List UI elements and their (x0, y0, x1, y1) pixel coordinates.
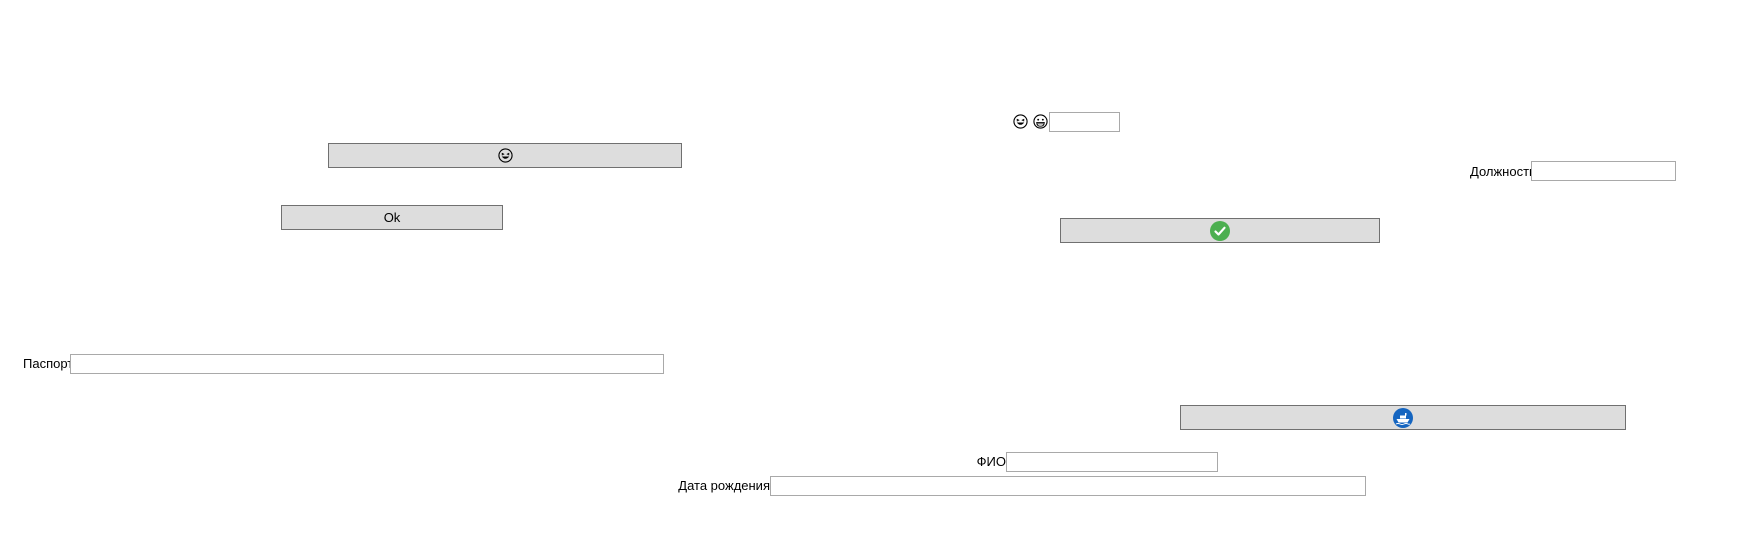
fio-field[interactable] (1006, 452, 1218, 472)
grinning-face-icon (1033, 114, 1048, 129)
birth-date-field[interactable] (770, 476, 1366, 496)
grinning-squint-face-icon (497, 148, 513, 163)
ship-button[interactable] (1180, 405, 1626, 430)
confirm-button[interactable] (1060, 218, 1380, 243)
ok-button-label: Ok (383, 210, 401, 225)
emoji-button[interactable] (328, 143, 682, 168)
ship-circle-icon (1393, 407, 1413, 428)
fio-label: ФИО (976, 454, 1006, 469)
position-field[interactable] (1531, 161, 1676, 181)
position-label: Должность (1470, 164, 1536, 179)
emoji-input[interactable] (1049, 112, 1120, 132)
ok-button[interactable]: Ok (281, 205, 503, 230)
green-check-circle-icon (1210, 220, 1230, 241)
passport-field[interactable] (70, 354, 664, 374)
birth-date-label: Дата рождения (678, 478, 770, 493)
grinning-squint-face-icon (1013, 114, 1028, 129)
passport-label: Паспорт (23, 356, 74, 371)
